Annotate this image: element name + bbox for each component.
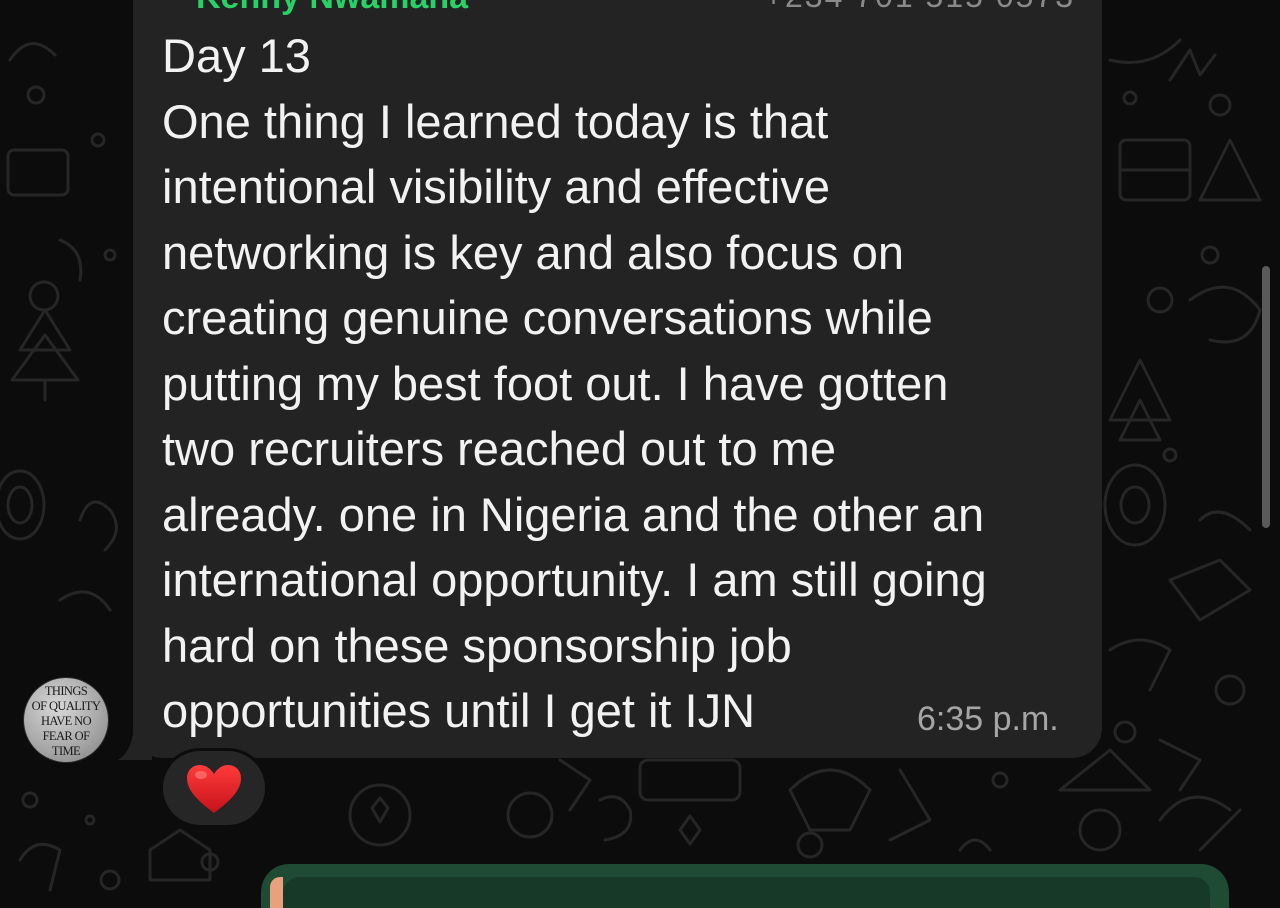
quoted-reply-box[interactable] (283, 877, 1210, 908)
chat-screen: Kenny Nwamana +234 701 515 0573 Day 13 O… (0, 0, 1280, 908)
heart-icon (187, 765, 241, 813)
avatar-logo-text: THINGS OF QUALITY HAVE NO FEAR OF TIME (31, 684, 101, 758)
message-timestamp: 6:35 p.m. (917, 700, 1059, 738)
chat-scrollbar[interactable] (1262, 266, 1270, 528)
sender-phone-number: +234 701 515 0573 (764, 0, 1075, 15)
quote-accent-bar (270, 877, 283, 908)
sender-name[interactable]: Kenny Nwamana (196, 0, 468, 17)
sender-avatar[interactable]: THINGS OF QUALITY HAVE NO FEAR OF TIME (24, 678, 108, 762)
message-text: Day 13 One thing I learned today is that… (162, 29, 987, 737)
